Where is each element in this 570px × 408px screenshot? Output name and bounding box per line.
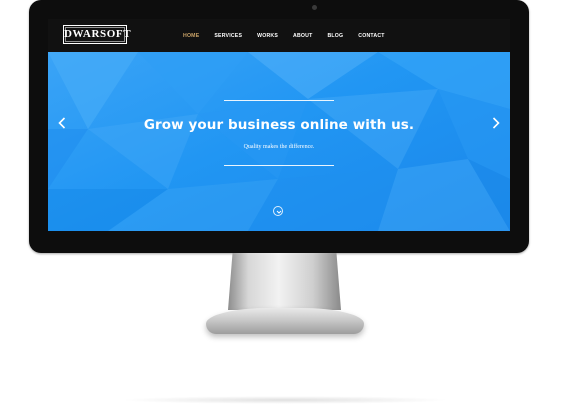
nav-item-about[interactable]: ABOUT [293, 33, 312, 39]
chevron-right-icon[interactable] [489, 117, 503, 133]
nav-item-contact[interactable]: CONTACT [358, 33, 384, 39]
main-menu: HOME SERVICES WORKS ABOUT BLOG CONTACT [183, 19, 400, 52]
chevron-left-icon[interactable] [55, 117, 69, 133]
nav-item-services[interactable]: SERVICES [214, 33, 242, 39]
chevron-down-circle-icon[interactable] [273, 206, 283, 216]
nav-item-home[interactable]: HOME [183, 33, 199, 39]
hero-top-divider [224, 100, 334, 101]
nav-item-works[interactable]: WORKS [257, 33, 278, 39]
monitor-stand-base [206, 308, 364, 334]
hero-bottom-divider [224, 165, 334, 166]
hero-subline: Quality makes the difference. [243, 144, 315, 150]
monitor-stand-neck [228, 253, 341, 310]
hero-headline: Grow your business online with us. [143, 117, 415, 133]
webcam-dot [312, 5, 317, 10]
website-screen: DWARSOFT HOME SERVICES WORKS ABOUT BLOG … [48, 19, 510, 231]
floor-shadow [120, 396, 450, 404]
brand-logo[interactable]: DWARSOFT [63, 25, 131, 44]
nav-item-blog[interactable]: BLOG [327, 33, 343, 39]
top-navbar: DWARSOFT HOME SERVICES WORKS ABOUT BLOG … [48, 19, 510, 52]
